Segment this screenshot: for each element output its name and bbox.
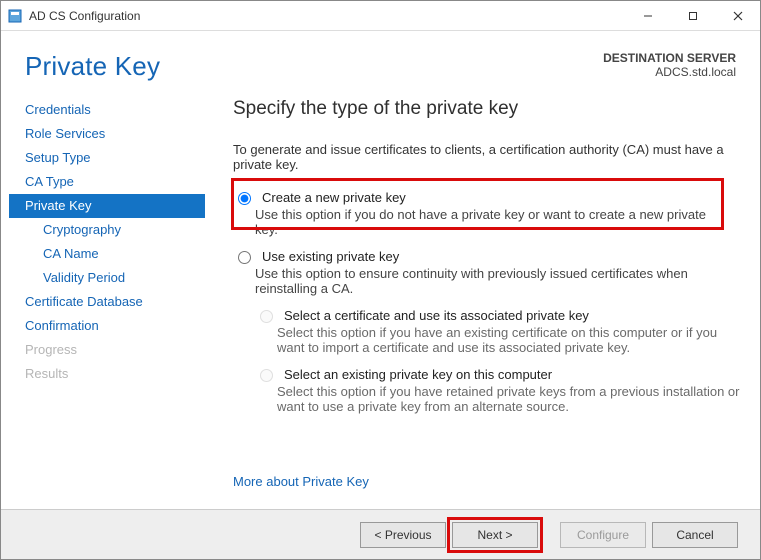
window-controls [625, 1, 760, 30]
radio-use-existing[interactable]: Use existing private key [233, 249, 740, 264]
radio-select-existing-label: Select an existing private key on this c… [284, 367, 552, 382]
sidebar-item-private-key[interactable]: Private Key [9, 194, 205, 218]
main-pane: Specify the type of the private key To g… [205, 94, 760, 509]
titlebar: AD CS Configuration [1, 1, 760, 31]
destination-label: DESTINATION SERVER [603, 51, 736, 65]
previous-button[interactable]: < Previous [360, 522, 446, 548]
sidebar-item-credentials[interactable]: Credentials [9, 98, 205, 122]
radio-create-new[interactable]: Create a new private key [233, 190, 728, 205]
sidebar-item-confirmation[interactable]: Confirmation [9, 314, 205, 338]
sidebar: CredentialsRole ServicesSetup TypeCA Typ… [9, 94, 205, 509]
window-title: AD CS Configuration [29, 9, 140, 23]
radio-create-new-input[interactable] [238, 192, 251, 205]
option-create-group: Create a new private key Use this option… [225, 184, 736, 237]
sidebar-item-role-services[interactable]: Role Services [9, 122, 205, 146]
radio-select-existing-desc: Select this option if you have retained … [277, 384, 740, 414]
maximize-button[interactable] [670, 1, 715, 30]
sidebar-item-results: Results [9, 362, 205, 386]
footer: < Previous Next > Configure Cancel [1, 509, 760, 559]
close-button[interactable] [715, 1, 760, 30]
sidebar-item-cryptography[interactable]: Cryptography [9, 218, 205, 242]
configure-button[interactable]: Configure [560, 522, 646, 548]
radio-select-cert-desc: Select this option if you have an existi… [277, 325, 740, 355]
window: AD CS Configuration Private Key DESTINAT… [0, 0, 761, 560]
sub-options: Select a certificate and use its associa… [255, 308, 740, 414]
intro-text: To generate and issue certificates to cl… [233, 142, 740, 172]
sidebar-item-progress: Progress [9, 338, 205, 362]
header: Private Key DESTINATION SERVER ADCS.std.… [1, 31, 760, 90]
sidebar-item-ca-name[interactable]: CA Name [9, 242, 205, 266]
radio-use-existing-label: Use existing private key [262, 249, 399, 264]
radio-select-cert-label: Select a certificate and use its associa… [284, 308, 589, 323]
radio-use-existing-desc: Use this option to ensure continuity wit… [255, 266, 740, 296]
radio-create-new-desc: Use this option if you do not have a pri… [255, 207, 728, 237]
radio-select-existing-input[interactable] [260, 369, 273, 382]
minimize-button[interactable] [625, 1, 670, 30]
main-heading: Specify the type of the private key [233, 98, 740, 120]
sidebar-item-ca-type[interactable]: CA Type [9, 170, 205, 194]
radio-select-existing[interactable]: Select an existing private key on this c… [255, 367, 740, 382]
next-button[interactable]: Next > [452, 522, 538, 548]
radio-select-cert[interactable]: Select a certificate and use its associa… [255, 308, 740, 323]
radio-use-existing-input[interactable] [238, 251, 251, 264]
radio-create-new-label: Create a new private key [262, 190, 406, 205]
destination-server: DESTINATION SERVER ADCS.std.local [603, 51, 736, 79]
more-link[interactable]: More about Private Key [233, 474, 369, 489]
sidebar-item-setup-type[interactable]: Setup Type [9, 146, 205, 170]
cancel-button[interactable]: Cancel [652, 522, 738, 548]
sidebar-item-validity-period[interactable]: Validity Period [9, 266, 205, 290]
destination-value: ADCS.std.local [603, 65, 736, 79]
page-title: Private Key [25, 51, 160, 82]
radio-select-cert-input[interactable] [260, 310, 273, 323]
body: CredentialsRole ServicesSetup TypeCA Typ… [1, 90, 760, 509]
sidebar-item-certificate-database[interactable]: Certificate Database [9, 290, 205, 314]
app-icon [7, 8, 23, 24]
